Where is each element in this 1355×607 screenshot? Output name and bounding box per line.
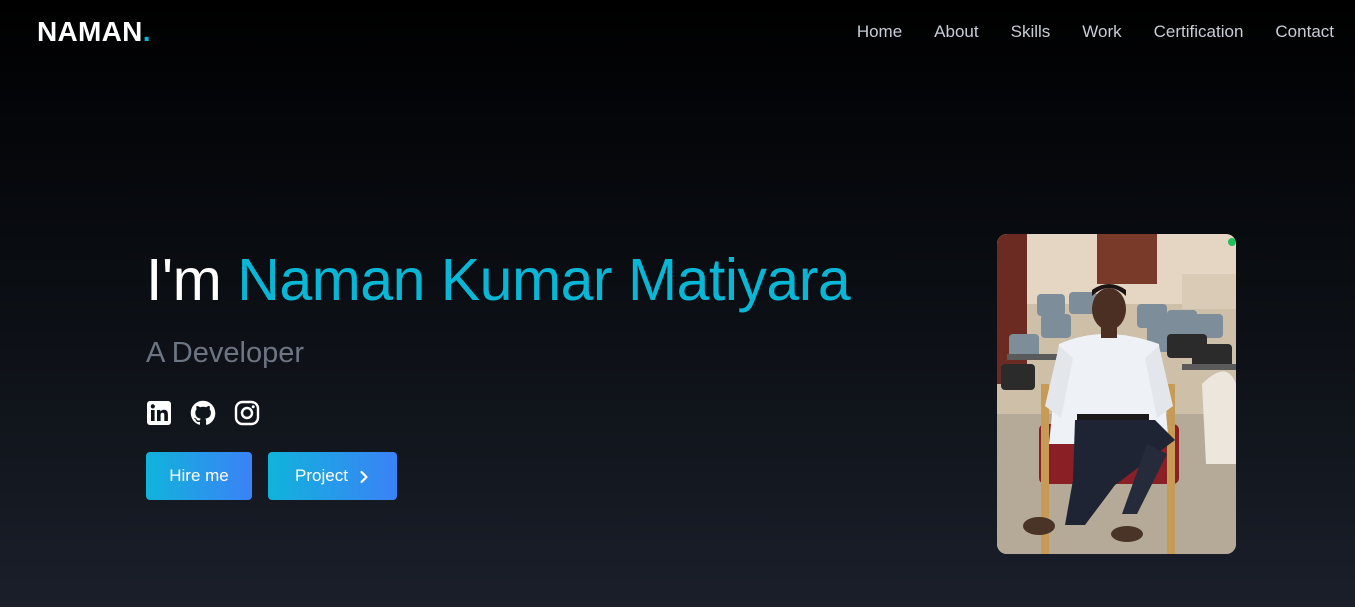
social-links [146,400,850,426]
hire-me-label: Hire me [169,465,229,485]
linkedin-icon[interactable] [146,400,172,426]
nav-link-contact[interactable]: Contact [1275,22,1334,42]
logo-dot: . [142,16,151,47]
hero-subtitle: A Developer [146,336,304,369]
nav-link-certification[interactable]: Certification [1154,22,1244,42]
nav-link-skills[interactable]: Skills [1011,22,1051,42]
project-button[interactable]: Project [268,451,397,500]
instagram-icon[interactable] [234,400,260,426]
chevron-right-icon [358,469,370,483]
project-label: Project [295,465,348,485]
online-status-dot [1228,238,1236,246]
profile-photo [997,234,1236,554]
logo-text: NAMAN [37,16,143,47]
hero-buttons: Hire me Project [146,451,850,500]
github-icon[interactable] [190,400,216,426]
hero-name: Naman Kumar Matiyara [237,247,851,313]
hire-me-button[interactable]: Hire me [146,451,252,500]
nav-link-home[interactable]: Home [857,22,902,42]
nav-link-work[interactable]: Work [1082,22,1121,42]
hero-greeting: I'm [146,247,222,313]
navbar: NAMAN. Home About Skills Work Certificat… [0,0,1355,66]
logo[interactable]: NAMAN. [37,16,151,48]
nav-link-about[interactable]: About [934,22,978,42]
hero-section: I'm Naman Kumar Matiyara A Developer Hir… [146,247,851,500]
nav-links: Home About Skills Work Certification Con… [857,22,1334,42]
hero-title: I'm Naman Kumar Matiyara [146,247,851,313]
